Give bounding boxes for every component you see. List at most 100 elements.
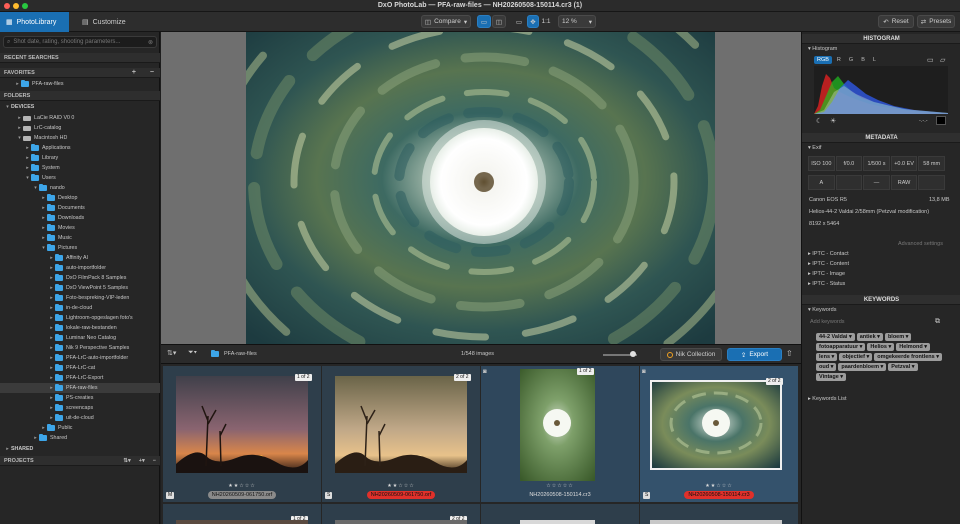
thumbnail-image[interactable]: [176, 376, 308, 473]
clipping-icon[interactable]: ▱: [940, 56, 945, 64]
moon-icon[interactable]: ☾: [816, 117, 822, 125]
folder-tree-item[interactable]: ▸ Lightroom-opgeslagen foto's: [0, 313, 160, 323]
keyword-menu-icon[interactable]: ▾: [839, 374, 843, 380]
channel-b-button[interactable]: B: [858, 56, 868, 64]
caret-icon[interactable]: ▸: [48, 325, 55, 331]
caret-icon[interactable]: ▾: [32, 185, 39, 191]
sort-button[interactable]: ⇅▾: [167, 349, 176, 357]
tab-customize[interactable]: ▤ Customize: [76, 14, 132, 30]
tab-photolibrary[interactable]: ▦ PhotoLibrary: [0, 12, 69, 32]
caret-icon[interactable]: ▸: [48, 405, 55, 411]
thumbnail-cell[interactable]: 2 of 2: [322, 504, 480, 524]
folder-tree-item[interactable]: ▸ Desktop: [0, 193, 160, 203]
keyword-menu-icon[interactable]: ▾: [830, 354, 835, 360]
folder-tree-item[interactable]: ▸ PFA-LrC-Export: [0, 373, 160, 383]
caret-icon[interactable]: ▸: [48, 395, 55, 401]
folder-tree-item[interactable]: ▸ Movies: [0, 223, 160, 233]
histogram-header[interactable]: HISTOGRAM: [802, 34, 960, 44]
keyword-options-icon[interactable]: ⧉: [935, 318, 940, 326]
caret-icon[interactable]: ▸: [16, 115, 23, 121]
folder-tree-item[interactable]: ▸ Applications: [0, 143, 160, 153]
keyword-menu-icon[interactable]: ▾: [876, 334, 880, 340]
folder-tree-item[interactable]: ▾ Users: [0, 173, 160, 183]
thumbnail-cell[interactable]: 1 of 2: [163, 504, 321, 524]
caret-icon[interactable]: ▸: [48, 315, 55, 321]
folder-tree-item[interactable]: ▸ PFA-LrC-auto-importfolder: [0, 353, 160, 363]
remove-project-icon[interactable]: −: [153, 458, 156, 464]
folder-tree-item[interactable]: ▸ Luminar Neo Catalog: [0, 333, 160, 343]
channel-g-button[interactable]: G: [846, 56, 856, 64]
thumbnail-cell[interactable]: ◙ 1 of 2 ☆☆☆☆☆ NH20260508-150114.cr3: [481, 366, 639, 502]
channel-l-button[interactable]: L: [870, 56, 879, 64]
caret-icon[interactable]: ▸: [48, 255, 55, 261]
caret-icon[interactable]: ▸: [48, 335, 55, 341]
folder-tree-item[interactable]: ▾ Pictures: [0, 243, 160, 253]
thumbnail-cell-selected[interactable]: ◙ 2 of 2 ★★☆☆☆ NH20260508-150114.cr3 S: [640, 366, 798, 502]
folder-tree-item[interactable]: ▾ Macintosh HD: [0, 133, 160, 143]
caret-icon[interactable]: ▸: [32, 435, 39, 441]
thumbnail-cell[interactable]: [481, 504, 639, 524]
keywords-list-row[interactable]: ▸ Keywords List: [808, 396, 847, 402]
caret-icon[interactable]: ▸: [48, 345, 55, 351]
keyword-tag[interactable]: Helios ▾: [867, 343, 895, 351]
monitor-icon[interactable]: ▭: [927, 56, 934, 64]
caret-icon[interactable]: ▸: [48, 355, 55, 361]
devices-row[interactable]: ▾ DEVICES: [0, 102, 160, 112]
exif-subheader[interactable]: ▾ Exif: [808, 145, 821, 151]
keyword-menu-icon[interactable]: ▾: [865, 354, 869, 360]
iptc-row[interactable]: ▸ IPTC - Status: [808, 281, 845, 287]
sun-icon[interactable]: ☀: [830, 117, 836, 125]
thumbnail-cell[interactable]: 2 of 2 ★★☆☆☆ NH20260509-061750.orf S: [322, 366, 480, 502]
caret-icon[interactable]: ▸: [48, 265, 55, 271]
split-view-button[interactable]: ◫: [492, 15, 506, 28]
caret-icon[interactable]: ▾: [16, 135, 23, 141]
reset-button[interactable]: ↶ Reset: [878, 15, 914, 28]
caret-icon[interactable]: ▸: [24, 165, 31, 171]
fit-view-button[interactable]: ▭: [512, 15, 526, 28]
search-input[interactable]: ⌕ Shot date, rating, shooting parameters…: [3, 36, 157, 48]
channel-rgb-button[interactable]: RGB: [814, 56, 832, 64]
nik-collection-button[interactable]: Nik Collection: [660, 348, 722, 361]
caret-icon[interactable]: ▸: [48, 365, 55, 371]
folder-tree-item[interactable]: ▸ uit-de-cloud: [0, 413, 160, 423]
caret-icon[interactable]: ▸: [48, 375, 55, 381]
keyword-menu-icon[interactable]: ▾: [910, 364, 915, 370]
zoom-select[interactable]: 12 % ▾: [558, 15, 596, 28]
one-to-one-button[interactable]: 1:1: [540, 15, 552, 28]
caret-icon[interactable]: ▸: [48, 415, 55, 421]
thumbnail-image[interactable]: [335, 376, 467, 473]
star-rating[interactable]: ★★☆☆☆: [640, 483, 798, 489]
iptc-row[interactable]: ▸ IPTC - Content: [808, 261, 849, 267]
keyword-tag[interactable]: omgekeerde frontlens ▾: [874, 353, 942, 361]
caret-icon[interactable]: ▾: [40, 245, 47, 251]
star-rating[interactable]: ☆☆☆☆☆: [481, 483, 639, 489]
keyword-menu-icon[interactable]: ▾: [904, 334, 909, 340]
filter-button[interactable]: ⏷▾: [188, 349, 197, 357]
presets-button[interactable]: ⇄ Presets: [917, 15, 955, 28]
thumbnail-image[interactable]: [520, 369, 595, 481]
folder-tree-item[interactable]: ▸ LrC-catalog: [0, 123, 160, 133]
projects-header[interactable]: PROJECTS ⇅▾ +▾ −: [0, 456, 160, 466]
caret-icon[interactable]: ▸: [48, 285, 55, 291]
keyword-menu-icon[interactable]: ▾: [935, 354, 939, 360]
keyword-menu-icon[interactable]: ▾: [829, 364, 834, 370]
single-view-button[interactable]: ▭: [477, 15, 491, 28]
folder-tree-item[interactable]: ▸ Affinity AI: [0, 253, 160, 263]
filmstrip[interactable]: 1 of 2 ★★☆☆☆ NH20260509-061750.orf M 2 o…: [161, 364, 801, 524]
folder-tree-item[interactable]: ▸ PFA-LrC-cat: [0, 363, 160, 373]
histogram-subheader[interactable]: ▾ Histogram: [808, 46, 837, 52]
folder-tree-item[interactable]: ▸ Shared: [0, 433, 160, 443]
metadata-header[interactable]: METADATA: [802, 133, 960, 143]
keyword-tag[interactable]: antiek ▾: [856, 333, 883, 341]
folder-tree-item[interactable]: ▸ auto-importfolder: [0, 263, 160, 273]
keyword-tag[interactable]: paardenbloem ▾: [838, 363, 887, 371]
favorite-item[interactable]: ▸ PFA-raw-files: [0, 79, 160, 89]
folder-tree-item[interactable]: ▸ Documents: [0, 203, 160, 213]
folder-tree-item[interactable]: ▸ DxO ViewPoint 5 Samples: [0, 283, 160, 293]
caret-icon[interactable]: ▸: [40, 205, 47, 211]
keyword-menu-icon[interactable]: ▾: [923, 344, 927, 350]
caret-icon[interactable]: ▸: [48, 275, 55, 281]
folder-tree-item[interactable]: ▸ DxO FilmPack 8 Samples: [0, 273, 160, 283]
keywords-subheader[interactable]: ▾ Keywords: [808, 307, 836, 313]
folder-tree-item[interactable]: ▸ in-de-cloud: [0, 303, 160, 313]
